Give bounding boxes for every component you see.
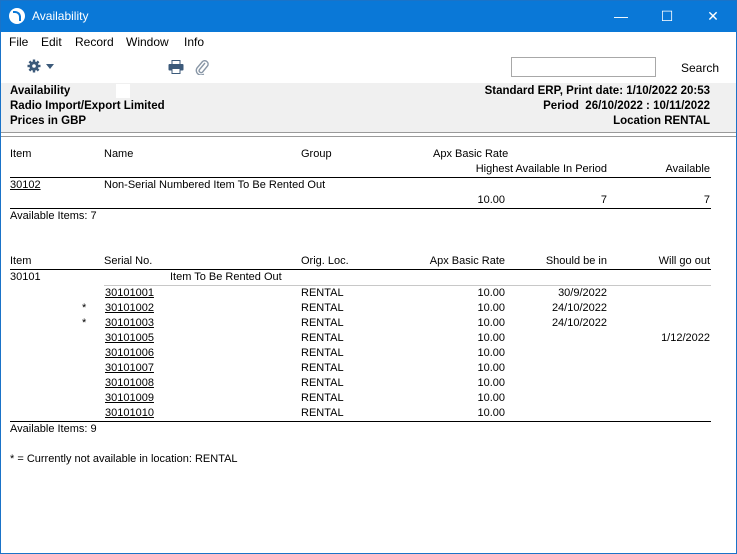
orig-location: RENTAL [301, 407, 344, 419]
section1-footer-rule [10, 208, 711, 209]
serial-link[interactable]: 30101005 [105, 332, 154, 344]
serial-rate: 10.00 [477, 347, 505, 359]
item-rate: 10.00 [477, 194, 505, 206]
chevron-down-icon[interactable] [46, 64, 54, 69]
orig-location: RENTAL [301, 347, 344, 359]
section2-footer-rule [10, 421, 711, 422]
menu-bar: File Edit Record Window Info [1, 32, 736, 52]
orig-location: RENTAL [301, 317, 344, 329]
app-icon [9, 8, 25, 24]
should-be-in: 30/9/2022 [558, 287, 607, 299]
serial-rate: 10.00 [477, 407, 505, 419]
orig-location: RENTAL [301, 287, 344, 299]
report-title: Availability [10, 85, 71, 97]
availability-window: Availability — ☐ ✕ File Edit Record Wind… [0, 0, 737, 554]
header-field-box[interactable] [116, 84, 130, 98]
close-button[interactable]: ✕ [690, 1, 736, 32]
orig-location: RENTAL [301, 302, 344, 314]
col-apx-basic-rate: Apx Basic Rate [433, 148, 509, 160]
section2-footer: Available Items: 9 [10, 423, 97, 435]
should-be-in: 24/10/2022 [551, 317, 607, 329]
menu-info[interactable]: Info [184, 35, 204, 49]
serial-link[interactable]: 30101009 [105, 392, 154, 404]
prices-currency: Prices in GBP [10, 115, 87, 127]
should-be-in: 24/10/2022 [551, 302, 607, 314]
menu-record[interactable]: Record [75, 35, 114, 49]
col-should-be-in: Should be in [545, 255, 607, 267]
report-period: Period 26/10/2022 : 10/11/2022 [543, 100, 710, 112]
orig-location: RENTAL [301, 362, 344, 374]
section2-header-rule [10, 269, 711, 270]
gear-icon[interactable] [27, 59, 41, 73]
search-input[interactable] [511, 57, 656, 77]
col-available: Available [665, 163, 710, 175]
item-highest: 7 [600, 194, 607, 206]
printer-icon[interactable] [168, 60, 184, 74]
menu-window[interactable]: Window [126, 35, 169, 49]
item-available: 7 [703, 194, 710, 206]
company-name: Radio Import/Export Limited [10, 100, 165, 112]
serial-rate: 10.00 [477, 392, 505, 404]
paperclip-icon[interactable] [195, 59, 209, 75]
print-info: Standard ERP, Print date: 1/10/2022 20:5… [484, 85, 710, 97]
header-divider [1, 132, 736, 133]
col-name: Name [104, 148, 134, 160]
orig-location: RENTAL [301, 392, 344, 404]
availability-note: * = Currently not available in location:… [10, 453, 238, 465]
menu-file[interactable]: File [9, 35, 28, 49]
orig-location: RENTAL [301, 377, 344, 389]
header-divider-2 [1, 136, 736, 137]
serial-rate: 10.00 [477, 332, 505, 344]
section1-header-rule [10, 177, 711, 178]
col-item-2: Item [10, 255, 32, 267]
serial-link[interactable]: 30101010 [105, 407, 154, 419]
item-name-2: Item To Be Rented Out [170, 271, 282, 283]
unavailable-marker: * [82, 302, 87, 314]
serial-rate: 10.00 [477, 302, 505, 314]
col-orig-loc: Orig. Loc. [301, 255, 349, 267]
col-apx-basic-rate-2: Apx Basic Rate [429, 255, 505, 267]
item-code: 30101 [10, 271, 41, 283]
section1-footer: Available Items: 7 [10, 210, 97, 222]
unavailable-marker: * [82, 317, 87, 329]
serial-rate: 10.00 [477, 362, 505, 374]
minimize-button[interactable]: — [598, 1, 644, 32]
report-header: Availability Radio Import/Export Limited… [1, 83, 736, 132]
serial-link[interactable]: 30101006 [105, 347, 154, 359]
serial-rate: 10.00 [477, 317, 505, 329]
serial-rate: 10.00 [477, 377, 505, 389]
window-title: Availability [32, 9, 89, 23]
serial-link[interactable]: 30101007 [105, 362, 154, 374]
serial-link[interactable]: 30101001 [105, 287, 154, 299]
title-bar[interactable]: Availability — ☐ ✕ [1, 1, 736, 32]
serial-link[interactable]: 30101008 [105, 377, 154, 389]
serial-link[interactable]: 30101002 [105, 302, 154, 314]
item-name: Non-Serial Numbered Item To Be Rented Ou… [104, 179, 326, 191]
search-button[interactable]: Search [681, 61, 719, 75]
col-highest-available: Highest Available In Period [475, 163, 607, 175]
item-link[interactable]: 30102 [10, 179, 41, 191]
serial-group-rule [104, 285, 711, 286]
col-will-go-out: Will go out [658, 255, 710, 267]
report-location: Location RENTAL [613, 115, 710, 127]
serial-link[interactable]: 30101003 [105, 317, 154, 329]
serial-rate: 10.00 [477, 287, 505, 299]
col-item: Item [10, 148, 32, 160]
maximize-button[interactable]: ☐ [644, 1, 690, 32]
col-serial-no: Serial No. [104, 255, 153, 267]
orig-location: RENTAL [301, 332, 344, 344]
will-go-out: 1/12/2022 [661, 332, 710, 344]
col-group: Group [301, 148, 332, 160]
menu-edit[interactable]: Edit [41, 35, 62, 49]
